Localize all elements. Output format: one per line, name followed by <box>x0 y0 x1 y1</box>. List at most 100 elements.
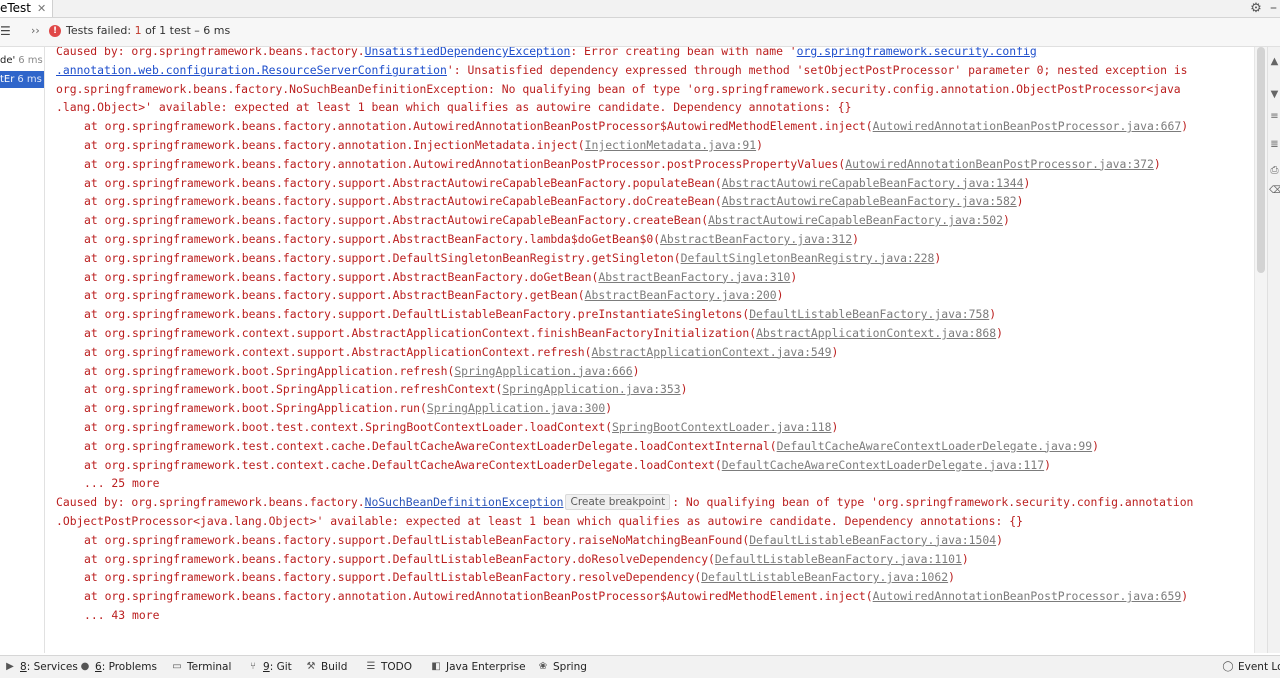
stack-frame-line: at org.springframework.beans.factory.sup… <box>56 305 1193 324</box>
close-paren: ) <box>1181 589 1189 604</box>
close-paren: ) <box>996 325 1003 340</box>
stack-frame-line: at org.springframework.beans.factory.ann… <box>56 117 1193 136</box>
scroll-to-end-icon[interactable]: ≣ <box>1269 139 1280 151</box>
tool-window-header: eTest ✕ ⚙ – <box>0 0 1280 18</box>
source-link[interactable]: SpringApplication.java:666 <box>454 364 632 378</box>
source-link[interactable]: AutowiredAnnotationBeanPostProcessor.jav… <box>873 119 1182 133</box>
toolbar-java-enterprise-button[interactable]: ◧ Java Enterprise <box>430 660 525 674</box>
toolbar-git-button[interactable]: ⑂ 9: Git <box>247 660 292 674</box>
scroll-up-icon[interactable]: ▲ <box>1269 56 1280 68</box>
toolbar-label: : Git <box>269 661 292 673</box>
source-link[interactable]: InjectionMetadata.java:91 <box>585 138 756 152</box>
more-frames-line[interactable]: ... 43 more <box>56 606 1193 625</box>
toolbar-problems-button[interactable]: ● 6: Problems <box>79 660 157 674</box>
stack-frame-method: at org.springframework.beans.factory.ann… <box>84 589 873 604</box>
close-paren: ) <box>996 532 1003 547</box>
stack-frame-line: at org.springframework.test.context.cach… <box>56 456 1193 475</box>
stack-frame-method: at org.springframework.context.support.A… <box>84 325 757 340</box>
source-link[interactable]: DefaultListableBeanFactory.java:1504 <box>749 533 996 547</box>
stack-frame-method: at org.springframework.context.support.A… <box>84 344 592 359</box>
source-link[interactable]: AbstractApplicationContext.java:549 <box>591 345 831 359</box>
test-status-bar: ☰ ›› ! Tests failed: 1 of 1 test – 6 ms <box>0 18 1280 47</box>
event-log-icon: ◯ <box>1222 661 1234 672</box>
source-link[interactable]: SpringApplication.java:353 <box>502 382 680 396</box>
test-name: de' <box>0 55 16 66</box>
scrollbar-thumb[interactable] <box>1257 47 1265 273</box>
scroll-down-icon[interactable]: ▼ <box>1269 89 1280 101</box>
stack-frame-method: at org.springframework.boot.SpringApplic… <box>84 363 455 378</box>
source-link[interactable]: AbstractAutowireCapableBeanFactory.java:… <box>722 194 1017 208</box>
terminal-icon: ▭ <box>172 661 182 672</box>
gear-icon[interactable]: ⚙ <box>1249 0 1263 17</box>
source-link[interactable]: AutowiredAnnotationBeanPostProcessor.jav… <box>873 589 1182 603</box>
sort-icon[interactable]: ☰ <box>0 24 11 38</box>
source-link[interactable]: DefaultCacheAwareContextLoaderDelegate.j… <box>722 458 1044 472</box>
source-link[interactable]: AbstractApplicationContext.java:868 <box>756 326 996 340</box>
expand-icon[interactable]: ›› <box>31 24 40 37</box>
toolbar-terminal-button[interactable]: ▭ Terminal <box>171 660 231 674</box>
toolbar-event-log-button[interactable]: ◯ Event Lo <box>1222 660 1280 674</box>
stack-frame-method: at org.springframework.beans.factory.ann… <box>84 119 873 134</box>
stack-frame-method: at org.springframework.beans.factory.sup… <box>84 194 722 209</box>
stack-frame-method: at org.springframework.beans.factory.sup… <box>84 307 750 322</box>
toolbar-todo-button[interactable]: ☰ TODO <box>365 660 413 674</box>
close-paren: ) <box>852 231 859 246</box>
source-link[interactable]: AbstractBeanFactory.java:312 <box>660 232 852 246</box>
todo-icon: ☰ <box>366 661 376 672</box>
source-link[interactable]: AbstractBeanFactory.java:310 <box>598 270 790 284</box>
exception-link[interactable]: UnsatisfiedDependencyException <box>365 47 571 58</box>
stack-frame-line: at org.springframework.beans.factory.sup… <box>56 531 1193 550</box>
close-paren: ) <box>756 137 763 152</box>
minimize-icon[interactable]: – <box>1270 0 1277 17</box>
run-tab[interactable]: eTest ✕ <box>0 0 54 17</box>
source-link[interactable]: AbstractBeanFactory.java:200 <box>585 288 777 302</box>
console-text: : Error creating bean with name ' <box>570 47 797 58</box>
build-icon: ⚒ <box>306 661 316 672</box>
stack-frame-line: at org.springframework.beans.factory.sup… <box>56 192 1193 211</box>
source-link[interactable]: DefaultCacheAwareContextLoaderDelegate.j… <box>777 439 1092 453</box>
soft-wrap-icon[interactable]: ≡ <box>1269 111 1280 123</box>
close-paren: ) <box>948 570 955 585</box>
close-paren: ) <box>1002 213 1010 228</box>
toolbar-build-button[interactable]: ⚒ Build <box>305 660 348 674</box>
source-link[interactable]: SpringBootContextLoader.java:118 <box>612 420 831 434</box>
console-line: Caused by: org.springframework.beans.fac… <box>56 47 1193 61</box>
source-link[interactable]: DefaultListableBeanFactory.java:1101 <box>715 552 962 566</box>
stack-frame-line: at org.springframework.beans.factory.sup… <box>56 174 1193 193</box>
stack-frame-line: at org.springframework.beans.factory.sup… <box>56 249 1193 268</box>
toolbar-shortcut-number: 6 <box>95 661 102 673</box>
test-tree-item[interactable]: de' 6 ms <box>0 52 44 69</box>
console-lines: Caused by: org.springframework.beans.fac… <box>56 47 1193 625</box>
source-link[interactable]: DefaultListableBeanFactory.java:1062 <box>701 570 948 584</box>
source-link[interactable]: SpringApplication.java:300 <box>427 401 605 415</box>
close-paren: ) <box>934 250 942 265</box>
source-link[interactable]: DefaultListableBeanFactory.java:758 <box>749 307 989 321</box>
stack-frames-1: at org.springframework.beans.factory.ann… <box>56 117 1193 474</box>
console-output[interactable]: Caused by: org.springframework.beans.fac… <box>45 47 1254 653</box>
tool-window-bar: ▶ 8: Services ● 6: Problems ▭ Terminal ⑂ 9: Git… <box>0 655 1280 678</box>
clear-icon[interactable]: ⌫ <box>1269 185 1280 197</box>
stack-frame-line: at org.springframework.boot.SpringApplic… <box>56 362 1193 381</box>
test-tree-item-selected[interactable]: tEr 6 ms <box>0 71 44 88</box>
source-link[interactable]: AutowiredAnnotationBeanPostProcessor.jav… <box>845 157 1154 171</box>
stack-frame-line: at org.springframework.boot.test.context… <box>56 418 1193 437</box>
close-paren: ) <box>1181 119 1189 134</box>
toolbar-shortcut-number: 9 <box>263 661 270 673</box>
create-breakpoint-tooltip[interactable]: Create breakpoint <box>565 494 671 511</box>
close-icon[interactable]: ✕ <box>37 0 46 17</box>
class-link[interactable]: .annotation.web.configuration.ResourceSe… <box>56 63 447 77</box>
source-link[interactable]: AbstractAutowireCapableBeanFactory.java:… <box>708 213 1003 227</box>
more-frames-line[interactable]: ... 25 more <box>56 474 1193 493</box>
toolbar-services-button[interactable]: ▶ 8: Services <box>4 660 78 674</box>
source-link[interactable]: AbstractAutowireCapableBeanFactory.java:… <box>722 176 1024 190</box>
console-scrollbar[interactable] <box>1254 47 1267 653</box>
source-link[interactable]: DefaultSingletonBeanRegistry.java:228 <box>681 251 935 265</box>
print-icon[interactable]: ⎙ <box>1269 165 1280 177</box>
test-name: tEr <box>0 74 15 85</box>
close-paren: ) <box>961 551 969 566</box>
close-paren: ) <box>1023 175 1031 190</box>
stack-frame-method: at org.springframework.beans.factory.sup… <box>84 269 599 284</box>
class-link[interactable]: org.springframework.security.config <box>797 47 1037 58</box>
toolbar-spring-button[interactable]: ❀ Spring <box>537 660 587 674</box>
exception-link[interactable]: NoSuchBeanDefinitionException <box>365 495 564 509</box>
